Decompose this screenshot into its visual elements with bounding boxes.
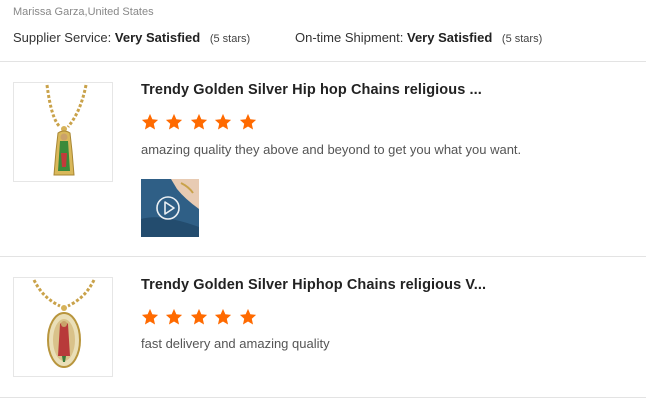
product-thumbnail[interactable] bbox=[13, 277, 113, 377]
product-thumbnail[interactable] bbox=[13, 82, 113, 182]
review-video-thumbnail[interactable] bbox=[141, 179, 199, 237]
shipment-label: On-time Shipment: bbox=[295, 30, 404, 45]
star-icon bbox=[215, 308, 232, 325]
review-comment: fast delivery and amazing quality bbox=[141, 336, 330, 351]
review-product-title[interactable]: Trendy Golden Silver Hiphop Chains relig… bbox=[141, 277, 486, 293]
shipment-rating: On-time Shipment: Very Satisfied (5 star… bbox=[295, 30, 542, 45]
review-comment: amazing quality they above and beyond to… bbox=[141, 142, 522, 157]
pendant-image bbox=[45, 84, 88, 176]
divider bbox=[0, 397, 646, 398]
star-icon bbox=[215, 113, 232, 130]
review-item: Trendy Golden Silver Hiphop Chains relig… bbox=[0, 257, 646, 397]
star-icon bbox=[166, 113, 183, 130]
review-star-rating bbox=[141, 113, 259, 131]
shipment-value: Very Satisfied bbox=[407, 30, 493, 45]
review-star-rating bbox=[141, 308, 259, 326]
star-icon bbox=[239, 308, 256, 325]
ratings-row: Supplier Service: Very Satisfied (5 star… bbox=[13, 30, 542, 45]
supplier-service-stars: (5 stars) bbox=[209, 33, 251, 45]
star-icon bbox=[141, 113, 159, 130]
star-icon bbox=[190, 308, 208, 325]
supplier-service-value: Very Satisfied bbox=[114, 30, 201, 45]
star-icon bbox=[239, 113, 256, 130]
review-product-title[interactable]: Trendy Golden Silver Hip hop Chains reli… bbox=[141, 82, 482, 98]
reviewer-name: Marissa Garza,United States bbox=[13, 6, 154, 18]
star-icon bbox=[166, 308, 183, 325]
pendant-image bbox=[32, 279, 96, 368]
shipment-stars: (5 stars) bbox=[501, 33, 543, 45]
video-preview bbox=[141, 179, 199, 237]
supplier-service-label: Supplier Service: bbox=[13, 30, 112, 45]
star-icon bbox=[190, 113, 208, 130]
review-item: Trendy Golden Silver Hip hop Chains reli… bbox=[0, 62, 646, 257]
star-icon bbox=[141, 308, 159, 325]
supplier-service-rating: Supplier Service: Very Satisfied (5 star… bbox=[13, 30, 250, 45]
